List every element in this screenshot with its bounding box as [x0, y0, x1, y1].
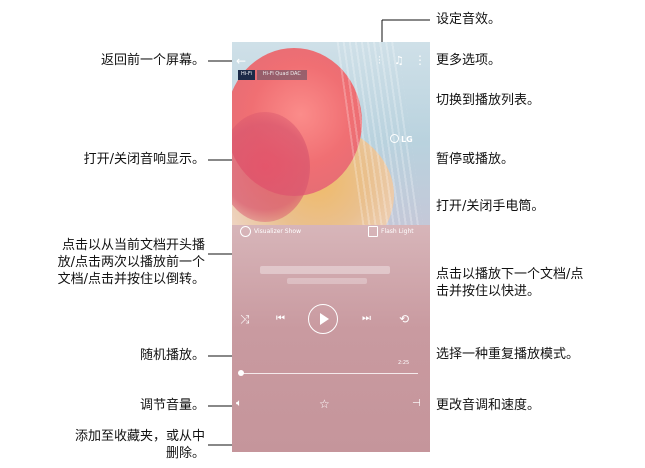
callout-sound-effects: 设定音效。: [436, 12, 502, 27]
callout-visualizer: 打开/关闭音响显示。: [83, 152, 205, 167]
back-arrow-icon[interactable]: ←: [236, 55, 246, 67]
visualizer-icon: [240, 226, 251, 237]
music-player-screen: Hi-Fi Hi-Fi Quad DAC LG ← ⫶ ♫ ⋮ Visualiz…: [232, 42, 430, 452]
flashlight-icon: [368, 226, 378, 237]
album-art: Hi-Fi Hi-Fi Quad DAC LG: [232, 42, 430, 225]
callout-flashlight: 打开/关闭手电筒。: [436, 199, 545, 214]
equalizer-icon[interactable]: ⫶: [378, 55, 381, 66]
previous-icon[interactable]: ⏮: [276, 314, 285, 324]
volume-icon[interactable]: 🔈︎: [236, 399, 242, 409]
callout-volume: 调节音量。: [139, 398, 205, 413]
flashlight-toggle[interactable]: Flash Light: [368, 226, 414, 237]
callout-pause-play: 暂停或播放。: [436, 152, 515, 167]
hifi-badge: Hi-Fi Hi-Fi Quad DAC: [238, 70, 307, 80]
progress-handle[interactable]: [238, 370, 244, 376]
callout-next: 点击以播放下一个文档/点 击并按住以快进。: [436, 267, 584, 299]
callout-previous: 点击以从当前文档开头播 放/点击两次以播放前一个 文档/点击并按住以倒转。: [57, 238, 205, 287]
favorite-icon[interactable]: ☆: [319, 398, 330, 410]
repeat-icon[interactable]: ⟲: [399, 313, 409, 325]
song-title: [260, 266, 390, 274]
elapsed-time: 2:25: [398, 360, 410, 366]
pitch-speed-icon[interactable]: ⊣: [412, 399, 421, 409]
callout-repeat: 选择一种重复播放模式。: [436, 347, 580, 362]
callout-playlist: 切换到播放列表。: [436, 93, 541, 108]
playlist-icon[interactable]: ♫: [394, 55, 404, 66]
song-artist: [287, 278, 367, 284]
more-options-icon[interactable]: ⋮: [414, 54, 426, 66]
callout-shuffle: 随机播放。: [139, 348, 205, 363]
callout-more-options: 更多选项。: [436, 53, 502, 68]
callout-favorite: 添加至收藏夹，或从中 删除。: [74, 429, 205, 461]
play-pause-button[interactable]: [308, 304, 338, 334]
callout-pitch-speed: 更改音调和速度。: [436, 398, 541, 413]
progress-track[interactable]: [242, 373, 418, 374]
callout-back: 返回前一个屏幕。: [100, 53, 205, 68]
brand-logo: LG: [390, 134, 413, 144]
shuffle-icon[interactable]: ⤨: [240, 313, 250, 325]
visualizer-toggle[interactable]: Visualizer Show: [240, 226, 301, 237]
next-icon[interactable]: ⏭: [362, 314, 371, 324]
